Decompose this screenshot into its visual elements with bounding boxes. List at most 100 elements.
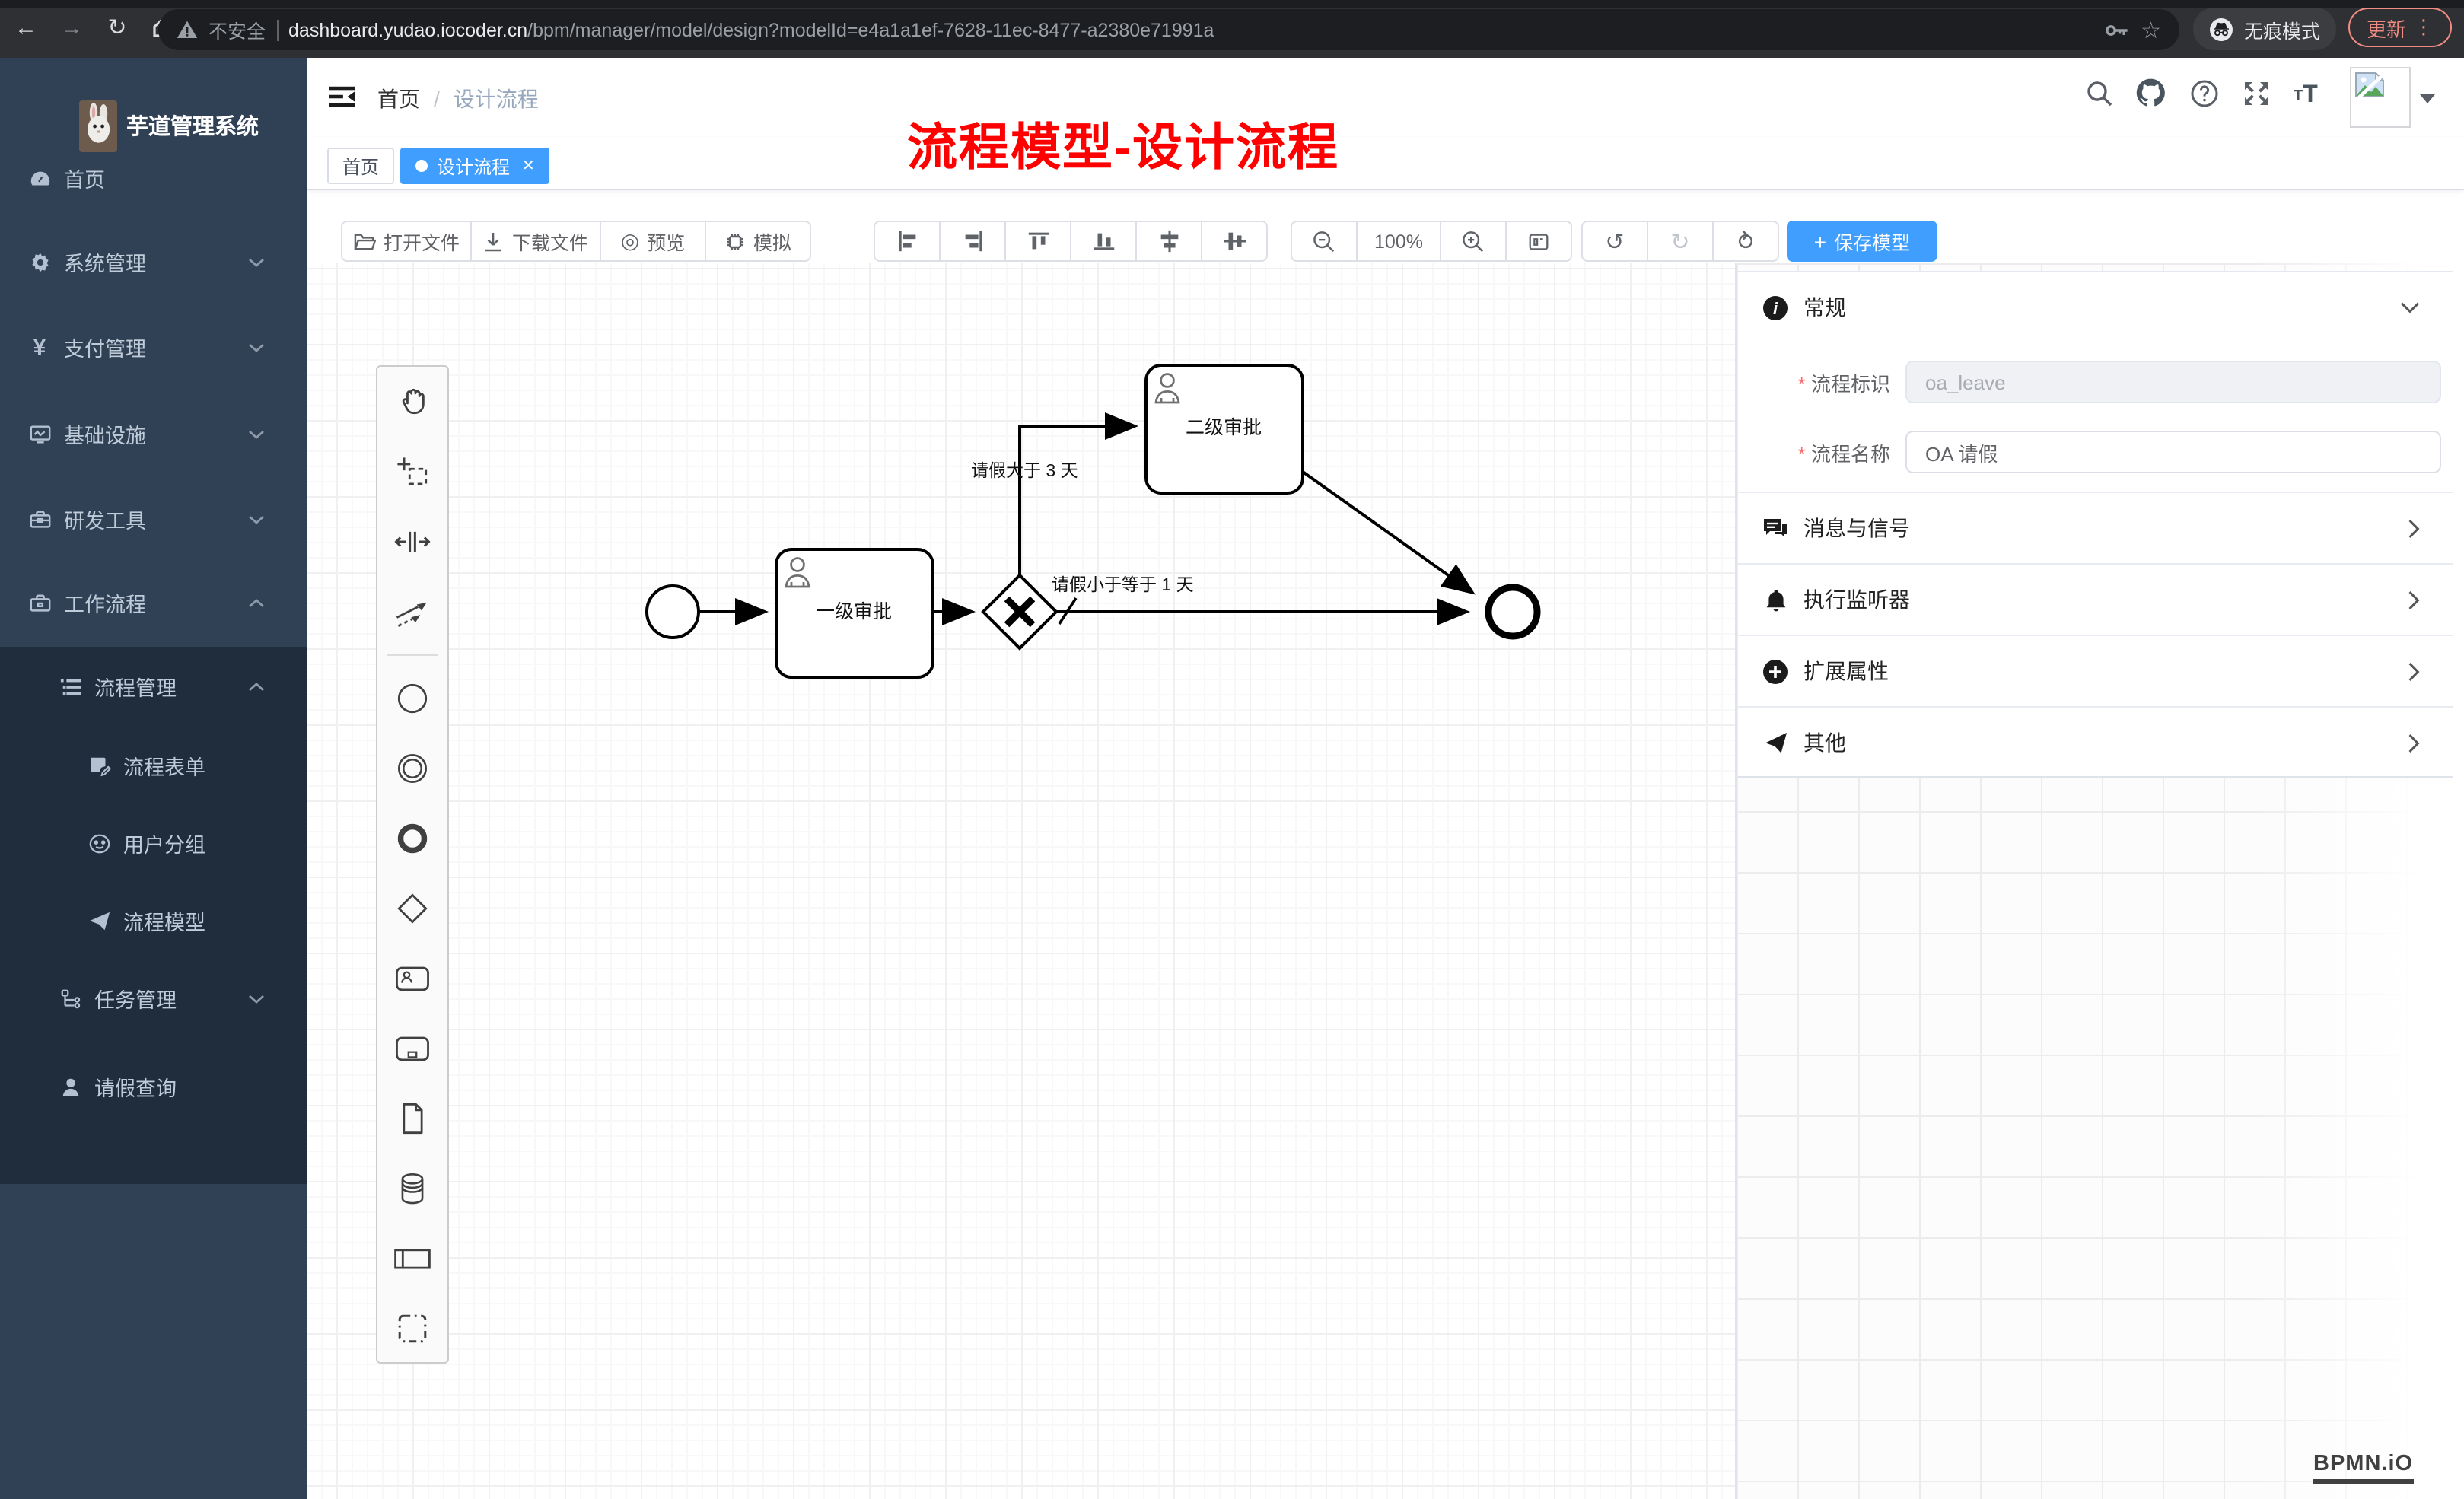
space-tool-icon[interactable] (377, 507, 447, 577)
sidebar-item-label: 首页 (64, 163, 105, 193)
security-label[interactable]: 不安全 (209, 15, 266, 44)
create-user-task-icon[interactable] (377, 944, 447, 1014)
tag-home[interactable]: 首页 (327, 148, 394, 184)
create-end-event-icon[interactable] (377, 804, 447, 874)
incognito-icon (2209, 18, 2235, 40)
sidebar-item-home[interactable]: 首页 (0, 148, 307, 208)
chip-icon (724, 231, 746, 252)
browser-menu-dots-icon[interactable]: ⋮ (2414, 15, 2434, 40)
create-participant-icon[interactable] (377, 1224, 447, 1294)
briefcase-icon (27, 590, 52, 615)
back-icon[interactable]: ← (9, 11, 43, 44)
lasso-tool-icon[interactable] (377, 437, 447, 507)
redo-icon: ↻ (1670, 228, 1689, 255)
file-button-group: 打开文件 下载文件 ◎ 预览 模拟 (341, 221, 811, 262)
flow-label-gt3[interactable]: 请假大于 3 天 (971, 460, 1078, 480)
restart-button[interactable]: ⥁ (1712, 221, 1779, 262)
create-data-object-icon[interactable] (377, 1084, 447, 1154)
security-warning-icon[interactable] (177, 20, 198, 40)
sidebar-item-task-mgmt[interactable]: 任务管理 (0, 968, 307, 1029)
sidebar-item-infra[interactable]: 基础设施 (0, 403, 307, 464)
create-gateway-icon[interactable] (377, 874, 447, 944)
section-other[interactable]: 其他 (1738, 706, 2453, 778)
avatar[interactable] (2350, 67, 2411, 128)
breadcrumb-home[interactable]: 首页 (377, 84, 420, 114)
avatar-caret-icon[interactable] (2420, 94, 2435, 103)
align-left-button[interactable] (874, 221, 941, 262)
password-key-icon[interactable] (2103, 19, 2130, 40)
forward-icon[interactable]: → (55, 11, 88, 44)
close-tag-icon[interactable]: ✕ (522, 158, 535, 174)
section-message-signal[interactable]: 消息与信号 (1738, 492, 2453, 563)
open-file-button[interactable]: 打开文件 (341, 221, 472, 262)
undo-button[interactable]: ↺ (1581, 221, 1648, 262)
exclusive-gateway[interactable] (983, 575, 1056, 648)
zoom-out-button[interactable] (1291, 221, 1358, 262)
align-bottom-icon (1090, 228, 1116, 254)
open-folder-icon (353, 231, 376, 251)
create-intermediate-event-icon[interactable] (377, 734, 447, 804)
align-bottom-button[interactable] (1070, 221, 1137, 262)
flow-gateway-to-task2[interactable] (1020, 426, 1134, 575)
sidebar-item-process-model[interactable]: 流程模型 (0, 890, 307, 951)
redo-button[interactable]: ↻ (1647, 221, 1714, 262)
global-connect-tool-icon[interactable] (377, 577, 447, 647)
bpmn-io-watermark[interactable]: BPMN.iO (2313, 1452, 2413, 1484)
section-general[interactable]: i 常规 (1738, 272, 2453, 342)
flow-label-lte1[interactable]: 请假小于等于 1 天 (1052, 574, 1194, 594)
url-text[interactable]: dashboard.yudao.iocoder.cn/bpm/manager/m… (288, 19, 1214, 40)
end-event[interactable] (1488, 587, 1537, 636)
zoom-reset-button[interactable] (1505, 221, 1572, 262)
github-icon[interactable] (2135, 78, 2166, 108)
breadcrumb-separator: / (434, 87, 440, 111)
svg-text:i: i (1773, 298, 1778, 317)
fullscreen-icon[interactable] (2242, 79, 2271, 108)
sidebar-item-payment[interactable]: ¥ 支付管理 (0, 317, 307, 377)
browser-update-button[interactable]: 更新 ⋮ (2348, 8, 2452, 47)
chevron-right-icon (2408, 661, 2420, 681)
sidebar-item-system[interactable]: 系统管理 (0, 231, 307, 292)
create-data-store-icon[interactable] (377, 1154, 447, 1224)
reload-icon[interactable]: ↻ (100, 11, 134, 44)
align-right-button[interactable] (939, 221, 1006, 262)
font-size-icon[interactable]: TT (2294, 82, 2318, 110)
zoom-button-group: 100% (1291, 221, 1572, 262)
create-start-event-icon[interactable] (377, 664, 447, 734)
user-task-level2[interactable]: 二级审批 (1146, 365, 1303, 493)
save-model-button[interactable]: + 保存模型 (1787, 221, 1937, 262)
tag-design-process[interactable]: 设计流程 ✕ (400, 148, 550, 184)
sidebar-item-workflow[interactable]: 工作流程 (0, 572, 307, 633)
start-event[interactable] (647, 586, 699, 638)
sidebar-item-label: 流程模型 (123, 905, 205, 936)
align-button-group (874, 221, 1268, 262)
sidebar-item-leave-query[interactable]: 请假查询 (0, 1056, 307, 1117)
bookmark-star-icon[interactable]: ☆ (2141, 16, 2161, 43)
sidebar-item-process-mgmt[interactable]: 流程管理 (0, 656, 307, 717)
breadcrumb: 首页 / 设计流程 (377, 84, 539, 114)
align-top-button[interactable] (1004, 221, 1071, 262)
sidebar-item-process-form[interactable]: 流程表单 (0, 735, 307, 796)
align-center-vertical-button[interactable] (1135, 221, 1202, 262)
align-center-horizontal-button[interactable] (1201, 221, 1268, 262)
sidebar-item-devtools[interactable]: 研发工具 (0, 489, 307, 549)
process-name-input[interactable]: OA 请假 (1905, 431, 2441, 473)
search-icon[interactable] (2085, 79, 2114, 108)
sidebar-collapse-icon[interactable] (329, 84, 355, 110)
hand-tool-icon[interactable] (377, 367, 447, 437)
process-key-input[interactable]: oa_leave (1905, 361, 2441, 403)
create-subprocess-icon[interactable] (377, 1014, 447, 1084)
preview-button[interactable]: ◎ 预览 (600, 221, 706, 262)
help-icon[interactable] (2190, 79, 2219, 108)
flow-task2-to-end[interactable] (1303, 472, 1472, 592)
section-extension-properties[interactable]: 扩展属性 (1738, 635, 2453, 706)
user-task-level1[interactable]: 一级审批 (776, 549, 933, 677)
history-button-group: ↺ ↻ ⥁ (1581, 221, 1779, 262)
sidebar-item-user-group[interactable]: 用户分组 (0, 813, 307, 874)
section-execution-listener[interactable]: 执行监听器 (1738, 563, 2453, 635)
simulate-button[interactable]: 模拟 (705, 221, 811, 262)
url-bar[interactable]: 不安全 dashboard.yudao.iocoder.cn/bpm/manag… (158, 9, 2179, 50)
download-file-button[interactable]: 下载文件 (470, 221, 601, 262)
zoom-in-button[interactable] (1440, 221, 1507, 262)
active-tag-dot (415, 160, 428, 172)
create-group-icon[interactable] (377, 1294, 447, 1364)
